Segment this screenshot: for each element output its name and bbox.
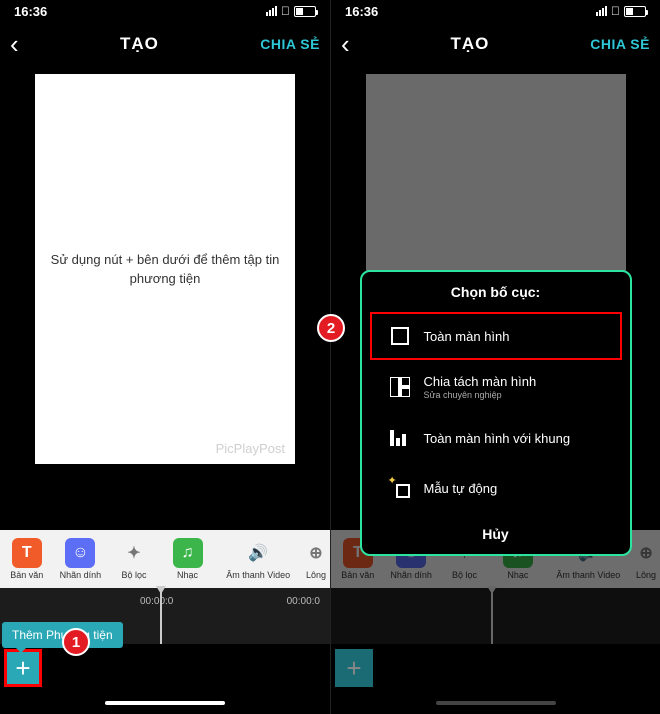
status-indicators: 􀙇 — [596, 4, 646, 18]
playhead — [491, 588, 493, 644]
tool-fur: ⊕ Lông — [632, 530, 660, 588]
layout-split[interactable]: Chia tách màn hình Sửa chuyên nghiệp — [370, 362, 622, 412]
add-media-button[interactable]: + — [4, 649, 42, 687]
battery-icon — [294, 6, 316, 17]
filter-icon: ✦ — [119, 538, 149, 568]
home-indicator[interactable] — [0, 692, 330, 714]
auto-template-icon — [388, 476, 412, 500]
layout-modal: Chọn bố cục: Toàn màn hình Chia tách màn… — [360, 270, 632, 556]
signal-icon — [596, 6, 607, 16]
wifi-icon: 􀙇 — [281, 4, 290, 18]
time-start: 00:00:0 — [140, 596, 173, 607]
split-icon — [388, 375, 412, 399]
back-button[interactable]: ‹ — [10, 29, 19, 60]
status-time: 16:36 — [345, 4, 378, 19]
fur-icon: ⊕ — [301, 538, 330, 568]
battery-icon — [624, 6, 646, 17]
wifi-icon: 􀙇 — [611, 4, 620, 18]
fullscreen-icon — [388, 324, 412, 348]
nav-bar: ‹ TẠO CHIA SẺ — [0, 22, 330, 66]
status-time: 16:36 — [14, 4, 47, 19]
step-badge-2: 2 — [317, 314, 345, 342]
canvas-area: 2 Chọn bố cục: Toàn màn hình Chia tách m… — [331, 66, 660, 530]
canvas-hint: Sử dụng nút + bên dưới để thêm tập tin p… — [43, 250, 288, 289]
tool-music[interactable]: ♫ Nhạc — [161, 530, 215, 588]
music-icon: ♫ — [173, 538, 203, 568]
tool-sticker[interactable]: ☺ Nhãn dính — [54, 530, 108, 588]
timeline — [331, 588, 660, 644]
sticker-icon: ☺ — [65, 538, 95, 568]
tool-fur[interactable]: ⊕ Lông — [302, 530, 330, 588]
time-end: 00:00:0 — [287, 596, 320, 607]
phone-screen-right: 16:36 􀙇 ‹ TẠO CHIA SẺ 2 Chọn bố cục: Toà… — [330, 0, 660, 714]
canvas-area: Sử dụng nút + bên dưới để thêm tập tin p… — [0, 66, 330, 530]
playhead[interactable] — [160, 588, 162, 644]
layout-fullscreen[interactable]: Toàn màn hình — [370, 312, 622, 360]
status-bar: 16:36 􀙇 — [331, 0, 660, 22]
home-indicator — [331, 692, 660, 714]
add-media-button: + — [335, 649, 373, 687]
signal-icon — [266, 6, 277, 16]
media-track: Thêm Phương tiện + 1 — [0, 644, 330, 692]
layout-auto-template[interactable]: Mẫu tự động — [370, 464, 622, 512]
media-canvas[interactable]: Sử dụng nút + bên dưới để thêm tập tin p… — [35, 74, 295, 464]
modal-cancel[interactable]: Hủy — [362, 514, 630, 548]
media-track: + — [331, 644, 660, 692]
modal-overlay: Chọn bố cục: Toàn màn hình Chia tách màn… — [331, 66, 660, 530]
text-icon: T — [12, 538, 42, 568]
page-title: TẠO — [451, 34, 490, 54]
modal-title: Chọn bố cục: — [362, 284, 630, 300]
layout-fullscreen-frame[interactable]: Toàn màn hình với khung — [370, 414, 622, 462]
watermark: PicPlayPost — [216, 441, 285, 456]
tool-text[interactable]: T Bản văn — [0, 530, 54, 588]
status-bar: 16:36 􀙇 — [0, 0, 330, 22]
nav-bar: ‹ TẠO CHIA SẺ — [331, 22, 660, 66]
share-button[interactable]: CHIA SẺ — [590, 36, 650, 52]
share-button[interactable]: CHIA SẺ — [260, 36, 320, 52]
toolbar: T Bản văn ☺ Nhãn dính ✦ Bộ lọc ♫ Nhạc 🔊 … — [0, 530, 330, 588]
back-button[interactable]: ‹ — [341, 29, 350, 60]
phone-screen-left: 16:36 􀙇 ‹ TẠO CHIA SẺ Sử dụng nút + bên … — [0, 0, 330, 714]
page-title: TẠO — [120, 34, 159, 54]
tool-filter[interactable]: ✦ Bộ lọc — [107, 530, 161, 588]
status-indicators: 􀙇 — [266, 4, 316, 18]
bars-icon — [388, 426, 412, 450]
tool-audio[interactable]: 🔊 Âm thanh Video — [214, 530, 302, 588]
fur-icon: ⊕ — [631, 538, 660, 568]
audio-icon: 🔊 — [243, 538, 273, 568]
step-badge-1: 1 — [62, 628, 90, 656]
